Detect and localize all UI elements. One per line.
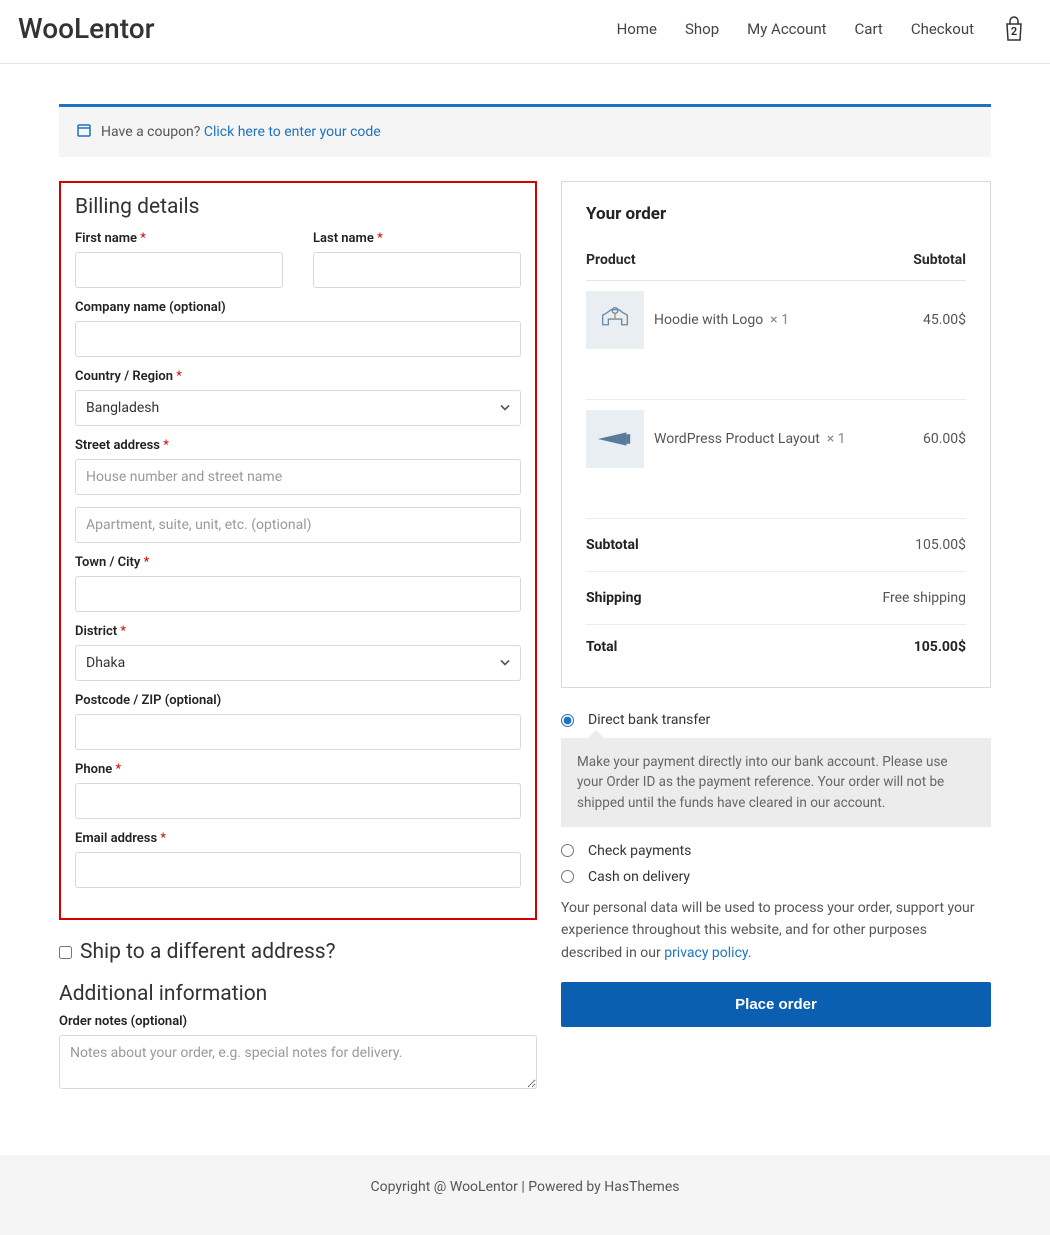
first-name-label: First name * xyxy=(75,231,283,246)
subtotal-value: 105.00$ xyxy=(873,519,966,572)
product-thumb xyxy=(586,410,644,468)
brand-logo[interactable]: WooLentor xyxy=(18,12,155,45)
product-thumb xyxy=(586,291,644,349)
email-label: Email address * xyxy=(75,831,521,846)
order-head-product: Product xyxy=(586,252,873,281)
cart-count: 2 xyxy=(1002,25,1026,38)
order-notes-label: Order notes (optional) xyxy=(59,1014,537,1029)
order-item-row: WordPress Product Layout × 1 60.00$ xyxy=(586,400,966,519)
country-select[interactable]: Bangladesh xyxy=(75,390,521,426)
ship-different-label: Ship to a different address? xyxy=(80,940,336,964)
additional-info-section: Additional information Order notes (opti… xyxy=(59,982,537,1093)
street-label: Street address * xyxy=(75,438,521,453)
cart-icon[interactable]: 2 xyxy=(1002,15,1026,43)
coupon-notice: Have a coupon? Click here to enter your … xyxy=(59,104,991,157)
order-notes-textarea[interactable] xyxy=(59,1035,537,1089)
billing-title: Billing details xyxy=(75,195,521,219)
nav-home[interactable]: Home xyxy=(617,20,657,38)
ship-different-toggle[interactable]: Ship to a different address? xyxy=(59,940,537,964)
last-name-label: Last name * xyxy=(313,231,521,246)
order-title: Your order xyxy=(586,204,966,224)
postcode-label: Postcode / ZIP (optional) xyxy=(75,693,521,708)
nav-shop[interactable]: Shop xyxy=(685,20,719,38)
privacy-policy-link[interactable]: privacy policy xyxy=(664,945,748,961)
phone-input[interactable] xyxy=(75,783,521,819)
city-label: Town / City * xyxy=(75,555,521,570)
payment-methods: Direct bank transfer Make your payment d… xyxy=(561,712,991,885)
email-input[interactable] xyxy=(75,852,521,888)
coupon-prompt: Have a coupon? xyxy=(101,124,200,140)
payment-option-bank[interactable]: Direct bank transfer xyxy=(561,712,991,728)
shipping-value: Free shipping xyxy=(873,572,966,625)
last-name-input[interactable] xyxy=(313,252,521,288)
payment-option-cod[interactable]: Cash on delivery xyxy=(561,869,991,885)
place-order-button[interactable]: Place order xyxy=(561,982,991,1027)
company-input[interactable] xyxy=(75,321,521,357)
payment-description: Make your payment directly into our bank… xyxy=(561,738,991,827)
order-item-price: 60.00$ xyxy=(873,400,966,519)
order-summary: Your order Product Subtotal Hoodie wi xyxy=(561,181,991,688)
site-footer: Copyright @ WooLentor | Powered by HasTh… xyxy=(0,1155,1050,1235)
site-header: WooLentor Home Shop My Account Cart Chec… xyxy=(0,0,1050,64)
phone-label: Phone * xyxy=(75,762,521,777)
subtotal-label: Subtotal xyxy=(586,519,873,572)
total-label: Total xyxy=(586,625,873,670)
payment-option-check[interactable]: Check payments xyxy=(561,843,991,859)
payment-radio-cod[interactable] xyxy=(561,870,574,883)
main-nav: Home Shop My Account Cart Checkout 2 xyxy=(617,15,1026,43)
additional-title: Additional information xyxy=(59,982,537,1006)
postcode-input[interactable] xyxy=(75,714,521,750)
shipping-label: Shipping xyxy=(586,572,873,625)
district-label: District * xyxy=(75,624,521,639)
street-address-input-1[interactable] xyxy=(75,459,521,495)
order-item-price: 45.00$ xyxy=(873,281,966,400)
district-select[interactable]: Dhaka xyxy=(75,645,521,681)
first-name-input[interactable] xyxy=(75,252,283,288)
company-label: Company name (optional) xyxy=(75,300,521,315)
payment-radio-check[interactable] xyxy=(561,844,574,857)
nav-checkout[interactable]: Checkout xyxy=(911,20,974,38)
order-item-row: Hoodie with Logo × 1 45.00$ xyxy=(586,281,966,400)
country-label: Country / Region * xyxy=(75,369,521,384)
coupon-icon xyxy=(77,123,91,141)
ship-different-checkbox[interactable] xyxy=(59,946,72,959)
payment-radio-bank[interactable] xyxy=(561,714,574,727)
nav-cart[interactable]: Cart xyxy=(855,20,883,38)
billing-details-section: Billing details First name * Last name *… xyxy=(59,181,537,920)
city-input[interactable] xyxy=(75,576,521,612)
total-value: 105.00$ xyxy=(873,625,966,670)
street-address-input-2[interactable] xyxy=(75,507,521,543)
nav-my-account[interactable]: My Account xyxy=(747,20,826,38)
order-head-subtotal: Subtotal xyxy=(873,252,966,281)
coupon-link[interactable]: Click here to enter your code xyxy=(204,124,381,140)
privacy-notice: Your personal data will be used to proce… xyxy=(561,897,991,964)
